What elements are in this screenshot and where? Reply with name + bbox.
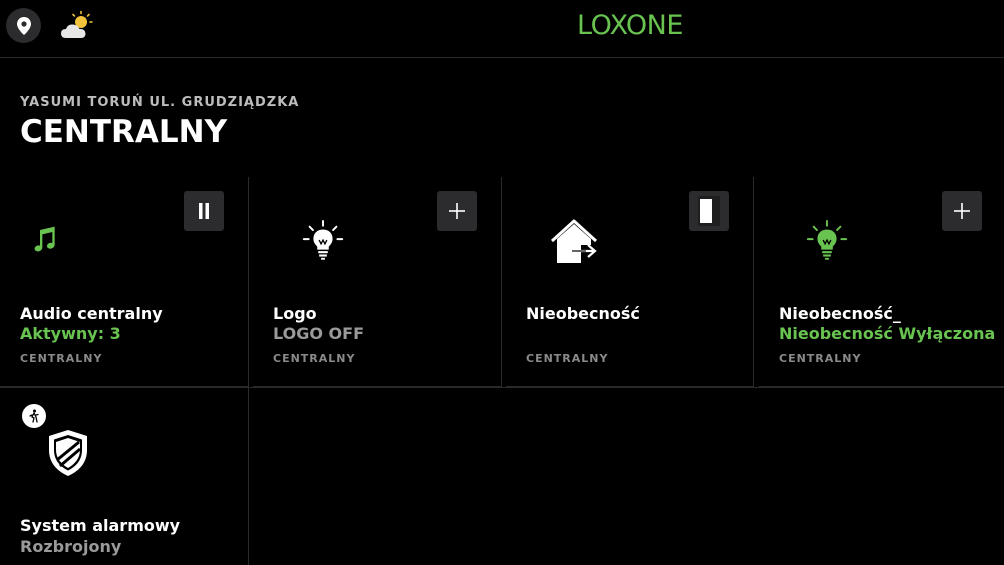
toggle-switch[interactable] <box>689 191 729 231</box>
add-button[interactable] <box>437 191 477 231</box>
control-grid: Audio centralny Aktywny: 3 CENTRALNY Log… <box>0 177 1004 565</box>
page-title: CENTRALNY <box>20 114 228 150</box>
tile-room: CENTRALNY <box>273 352 356 365</box>
tile-audio-centralny[interactable]: Audio centralny Aktywny: 3 CENTRALNY <box>0 177 248 387</box>
divider <box>501 177 502 387</box>
switch-toggle-icon <box>698 196 720 226</box>
location-subtitle: YASUMI TORUŃ UL. GRUDZIĄDZKA <box>20 95 300 110</box>
plus-icon <box>954 203 970 219</box>
pause-icon <box>199 203 209 219</box>
tile-name: System alarmowy <box>20 516 181 535</box>
tile-state: LOGO OFF <box>273 324 364 343</box>
shield-icon <box>49 430 87 476</box>
tile-system-alarmowy[interactable]: System alarmowy Rozbrojony <box>0 388 248 565</box>
tile-nieobecnosc-alt[interactable]: Nieobecność_ Nieobecność Wyłączona CENTR… <box>759 177 1004 387</box>
tile-room: CENTRALNY <box>20 352 103 365</box>
pause-button[interactable] <box>184 191 224 231</box>
tile-state: Rozbrojony <box>20 537 122 556</box>
tile-room: CENTRALNY <box>526 352 609 365</box>
tile-logo[interactable]: Logo LOGO OFF CENTRALNY <box>253 177 501 387</box>
tile-name: Nieobecność_ <box>779 304 901 323</box>
divider <box>248 177 249 565</box>
tile-state: Nieobecność Wyłączona <box>779 324 996 343</box>
location-button[interactable] <box>6 8 41 43</box>
partly-cloudy-icon[interactable] <box>60 10 94 42</box>
tile-name: Audio centralny <box>20 304 163 323</box>
location-pin-icon <box>16 16 31 35</box>
music-note-icon <box>34 226 55 252</box>
tile-nieobecnosc[interactable]: Nieobecność CENTRALNY <box>506 177 754 387</box>
tile-state: Aktywny: 3 <box>20 324 121 343</box>
motion-sensor-icon <box>29 409 39 423</box>
tile-name: Nieobecność <box>526 304 640 323</box>
plus-icon <box>449 203 465 219</box>
house-leave-icon <box>550 219 598 263</box>
add-button[interactable] <box>942 191 982 231</box>
loxone-logo: LOXONE <box>577 10 683 41</box>
top-bar: LOXONE <box>0 0 1004 58</box>
light-bulb-icon <box>302 219 344 260</box>
tile-room: CENTRALNY <box>779 352 862 365</box>
light-bulb-icon <box>806 219 848 260</box>
motion-badge <box>22 404 46 428</box>
tile-name: Logo <box>273 304 317 323</box>
